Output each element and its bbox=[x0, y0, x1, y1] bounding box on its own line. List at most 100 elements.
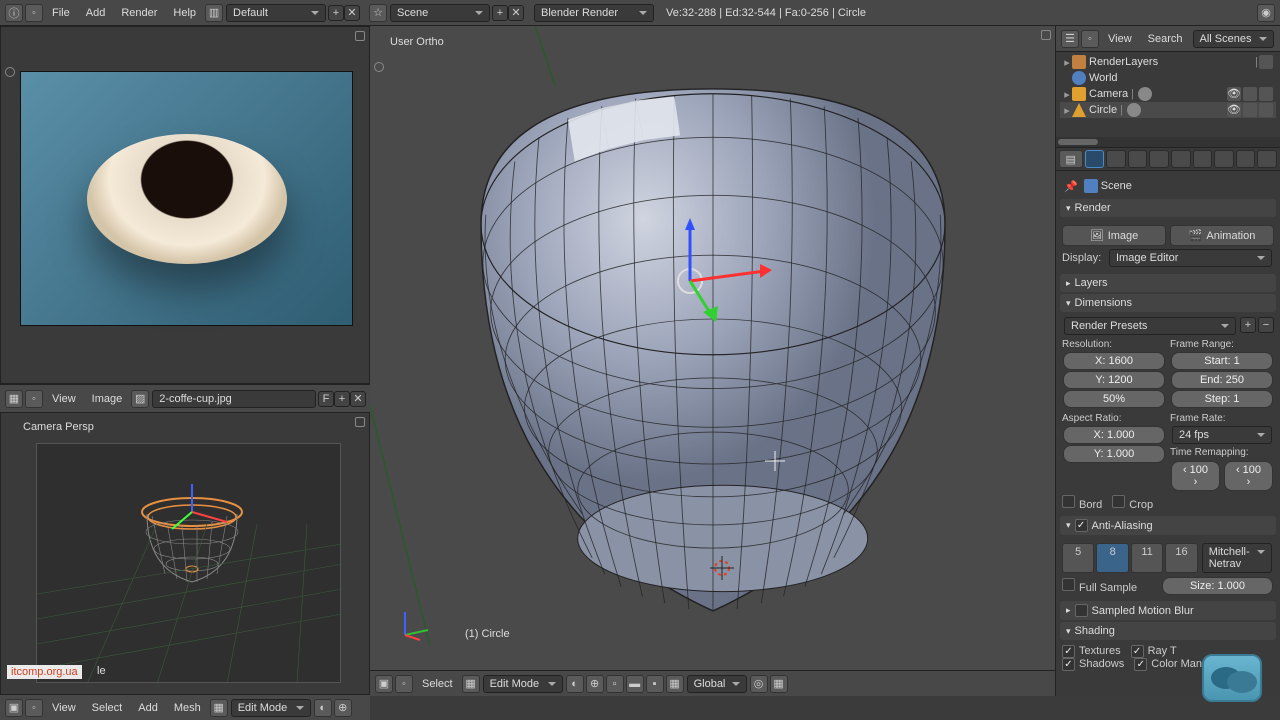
scene-add-button[interactable]: + bbox=[492, 5, 508, 21]
camera-data-icon[interactable] bbox=[1138, 87, 1152, 101]
outliner-scrollbar[interactable] bbox=[1058, 139, 1098, 145]
shading-icon[interactable]: ◐ bbox=[566, 675, 584, 693]
aspect-y-field[interactable]: Y: 1.000 bbox=[1063, 445, 1165, 463]
image-browse-icon[interactable]: ▨ bbox=[131, 390, 149, 408]
image-filename-field[interactable]: 2-coffe-cup.jpg bbox=[152, 390, 316, 408]
select-menu[interactable]: Select bbox=[414, 675, 461, 693]
aa-8-button[interactable]: 8 bbox=[1096, 543, 1128, 573]
edge-select-icon[interactable]: ▬ bbox=[626, 675, 644, 693]
frame-step-field[interactable]: Step: 1 bbox=[1171, 390, 1273, 408]
editor-type-icon[interactable]: ☰ bbox=[1061, 30, 1079, 48]
full-sample-checkbox[interactable]: Full Sample bbox=[1062, 578, 1155, 594]
mode-icon[interactable]: ▦ bbox=[210, 699, 228, 717]
res-y-field[interactable]: Y: 1200 bbox=[1063, 371, 1165, 389]
image-menu[interactable]: Image bbox=[84, 390, 131, 408]
frame-start-field[interactable]: Start: 1 bbox=[1171, 352, 1273, 370]
collapse-menu-icon[interactable]: ◦ bbox=[395, 675, 413, 693]
render-tab[interactable] bbox=[1085, 150, 1105, 168]
collapse-menu-icon[interactable]: ◦ bbox=[25, 4, 43, 22]
frame-end-field[interactable]: End: 250 bbox=[1171, 371, 1273, 389]
collapse-menu-icon[interactable]: ◦ bbox=[25, 699, 43, 717]
editor-type-icon[interactable]: ▣ bbox=[375, 675, 393, 693]
collapse-menu-icon[interactable]: ◦ bbox=[25, 390, 43, 408]
editor-type-icon[interactable]: ▣ bbox=[5, 699, 23, 717]
image-unlink-button[interactable]: ✕ bbox=[350, 391, 366, 407]
view-menu[interactable]: View bbox=[1102, 31, 1138, 47]
transform-gizmo[interactable] bbox=[670, 216, 790, 336]
world-tab[interactable] bbox=[1128, 150, 1148, 168]
render-image-button[interactable]: 🖼Image bbox=[1062, 225, 1166, 246]
display-dropdown[interactable]: Image Editor bbox=[1109, 249, 1272, 267]
snap-icon[interactable]: ◎ bbox=[750, 675, 768, 693]
shadows-checkbox[interactable]: Shadows bbox=[1062, 658, 1124, 671]
3d-viewport[interactable]: User Ortho bbox=[370, 26, 1055, 696]
view-menu[interactable]: View bbox=[44, 699, 84, 717]
render-panel-header[interactable]: Render bbox=[1060, 199, 1276, 217]
fps-dropdown[interactable]: 24 fps bbox=[1172, 426, 1272, 444]
dimensions-panel-header[interactable]: Dimensions bbox=[1060, 294, 1276, 312]
screen-browse-icon[interactable]: ▥ bbox=[205, 4, 223, 22]
material-tab[interactable] bbox=[1236, 150, 1256, 168]
motion-blur-panel-header[interactable]: Sampled Motion Blur bbox=[1060, 601, 1276, 620]
remap-new-field[interactable]: ‹ 100 › bbox=[1224, 461, 1273, 491]
scene-dropdown[interactable]: Scene bbox=[390, 4, 490, 22]
data-tab[interactable] bbox=[1214, 150, 1234, 168]
res-pct-field[interactable]: 50% bbox=[1063, 390, 1165, 408]
file-menu[interactable]: File bbox=[44, 4, 78, 22]
layout-close-button[interactable]: ✕ bbox=[344, 5, 360, 21]
visibility-icon[interactable]: 👁 bbox=[1227, 87, 1241, 101]
aa-11-button[interactable]: 11 bbox=[1131, 543, 1163, 573]
layout-dropdown[interactable]: Default bbox=[226, 4, 326, 22]
aa-5-button[interactable]: 5 bbox=[1062, 543, 1094, 573]
remap-old-field[interactable]: ‹ 100 › bbox=[1171, 461, 1220, 491]
res-x-field[interactable]: X: 1600 bbox=[1063, 352, 1165, 370]
selectable-icon[interactable] bbox=[1243, 87, 1257, 101]
shading-panel-header[interactable]: Shading bbox=[1060, 622, 1276, 640]
scene-tab[interactable] bbox=[1106, 150, 1126, 168]
panel-expand-icon[interactable] bbox=[5, 67, 15, 77]
panel-drag-corner[interactable] bbox=[355, 31, 365, 41]
search-menu[interactable]: Search bbox=[1142, 31, 1189, 47]
render-menu[interactable]: Render bbox=[113, 4, 165, 22]
mode-icon[interactable]: ▦ bbox=[462, 675, 480, 693]
layers-panel-header[interactable]: Layers bbox=[1060, 274, 1276, 292]
visibility-icon[interactable]: 👁 bbox=[1227, 103, 1241, 117]
border-checkbox[interactable]: Bord bbox=[1062, 495, 1102, 511]
editor-type-icon[interactable]: ▦ bbox=[5, 390, 23, 408]
mode-dropdown[interactable]: Edit Mode bbox=[483, 675, 563, 693]
render-animation-button[interactable]: 🎬Animation bbox=[1170, 225, 1274, 246]
snap-target-icon[interactable]: ▦ bbox=[770, 675, 788, 693]
aspect-x-field[interactable]: X: 1.000 bbox=[1063, 426, 1165, 444]
collapse-menu-icon[interactable]: ◦ bbox=[1081, 30, 1099, 48]
preset-add-button[interactable]: + bbox=[1240, 317, 1256, 333]
motion-blur-checkbox[interactable] bbox=[1075, 604, 1088, 617]
modifiers-tab[interactable] bbox=[1193, 150, 1213, 168]
face-select-icon[interactable]: ▪ bbox=[646, 675, 664, 693]
shading-icon[interactable]: ◐ bbox=[314, 699, 332, 717]
mesh-data-icon[interactable] bbox=[1127, 103, 1141, 117]
camera-viewport[interactable] bbox=[36, 443, 341, 683]
crop-checkbox[interactable]: Crop bbox=[1112, 495, 1153, 511]
pivot-icon[interactable]: ⊕ bbox=[586, 675, 604, 693]
pivot-icon[interactable]: ⊕ bbox=[334, 699, 352, 717]
select-menu[interactable]: Select bbox=[84, 699, 131, 717]
blender-logo-icon[interactable]: ◉ bbox=[1257, 4, 1275, 22]
chat-widget[interactable] bbox=[1202, 654, 1262, 702]
view-menu[interactable]: View bbox=[44, 390, 84, 408]
selectable-icon[interactable] bbox=[1243, 103, 1257, 117]
constraints-tab[interactable] bbox=[1171, 150, 1191, 168]
aa-16-button[interactable]: 16 bbox=[1165, 543, 1197, 573]
aa-enable-checkbox[interactable] bbox=[1075, 519, 1088, 532]
add-menu[interactable]: Add bbox=[78, 4, 114, 22]
orientation-dropdown[interactable]: Global bbox=[687, 675, 747, 693]
layout-add-button[interactable]: + bbox=[328, 5, 344, 21]
aa-panel-header[interactable]: Anti-Aliasing bbox=[1060, 516, 1276, 535]
pin-icon[interactable]: 📌 bbox=[1064, 180, 1078, 193]
mode-dropdown[interactable]: Edit Mode bbox=[231, 699, 311, 717]
editor-type-icon[interactable]: ⓘ bbox=[5, 4, 23, 22]
renderable-icon[interactable] bbox=[1259, 87, 1273, 101]
breadcrumb[interactable]: 📌 Scene bbox=[1060, 175, 1276, 197]
ray-tracing-checkbox[interactable]: Ray T bbox=[1131, 645, 1177, 658]
preset-remove-button[interactable]: − bbox=[1258, 317, 1274, 333]
texture-tab[interactable] bbox=[1257, 150, 1277, 168]
